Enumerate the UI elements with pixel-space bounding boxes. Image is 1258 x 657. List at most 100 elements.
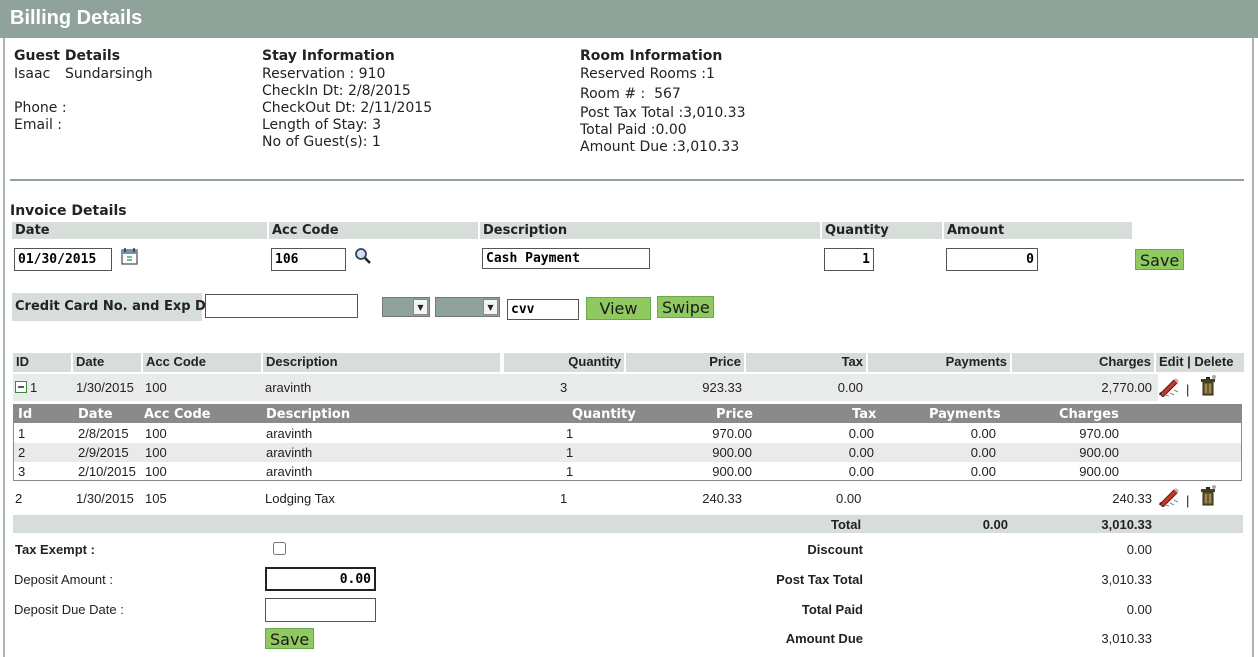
invoice-save-button[interactable]: Save (1135, 249, 1184, 270)
chevron-down-icon: ▼ (483, 299, 498, 315)
edit-icon[interactable] (1157, 485, 1181, 511)
sub-row2-qty: 1 (566, 445, 574, 460)
stay-checkin: CheckIn Dt: 2/8/2015 (262, 83, 411, 99)
sub-table: Id Date Acc Code Description Quantity Pr… (13, 404, 1242, 481)
sub-table-row: 3 2/10/2015 100 aravinth 1 900.00 0.00 0… (14, 462, 1241, 481)
chevron-down-icon: ▼ (413, 299, 428, 315)
total-label: Total (831, 517, 862, 532)
amount-due-label: Amount Due (785, 631, 863, 646)
sub-header-tax: Tax (852, 407, 877, 422)
table-header-id: ID (13, 353, 71, 372)
sub-row3-qty: 1 (566, 464, 574, 479)
delete-icon[interactable] (1198, 374, 1218, 400)
view-button[interactable]: View (586, 297, 651, 320)
exp-month-select[interactable]: ▼ (382, 297, 430, 317)
post-tax-label: Post Tax Total (776, 572, 863, 587)
search-icon[interactable] (354, 247, 372, 269)
sub-row1-price: 970.00 (712, 426, 752, 441)
total-paid-label: Total Paid (801, 602, 863, 617)
swipe-button[interactable]: Swipe (657, 296, 714, 318)
sub-row3-desc: aravinth (266, 464, 313, 479)
stay-length: Length of Stay: 3 (262, 117, 381, 133)
deposit-save-button[interactable]: Save (265, 628, 314, 649)
table-header-edit-delete: Edit | Delete (1156, 353, 1244, 372)
table-header-payments: Payments (868, 353, 1010, 372)
calendar-icon[interactable] (120, 246, 140, 270)
sub-row1-desc: aravinth (266, 426, 313, 441)
row1-desc: aravinth (265, 380, 312, 395)
deposit-amount-input[interactable] (265, 567, 376, 591)
edit-icon[interactable] (1157, 375, 1181, 401)
guest-last-name: Sundarsingh (65, 66, 153, 82)
row2-id: 2 (15, 491, 23, 506)
sub-row2-desc: aravinth (266, 445, 313, 460)
sub-row1-date: 2/8/2015 (78, 426, 129, 441)
sub-header-price: Price (716, 407, 753, 422)
quantity-input[interactable] (824, 248, 874, 271)
invoice-col-amount: Amount (944, 222, 1132, 239)
amount-due-value: 3,010.33 (1101, 631, 1152, 646)
credit-card-label: Credit Card No. and Exp Dt (12, 293, 212, 321)
discount-label: Discount (807, 542, 863, 557)
sub-row3-id: 3 (18, 464, 26, 479)
delete-icon[interactable] (1198, 484, 1218, 510)
sub-row1-acc: 100 (145, 426, 167, 441)
sub-row2-date: 2/9/2015 (78, 445, 129, 460)
sub-row2-charges: 900.00 (1079, 445, 1119, 460)
total-charges: 3,010.33 (1101, 517, 1152, 532)
row1-tax: 0.00 (837, 380, 863, 395)
deposit-due-input[interactable] (265, 598, 376, 622)
credit-card-input[interactable] (205, 294, 358, 318)
exp-year-select[interactable]: ▼ (435, 297, 500, 317)
table-header-desc: Description (263, 353, 500, 372)
row2-qty: 1 (560, 491, 568, 506)
table-header-price: Price (626, 353, 744, 372)
invoice-heading: Invoice Details (10, 203, 127, 219)
room-total-paid: Total Paid :0.00 (580, 122, 687, 138)
table-header-qty: Quantity (504, 353, 624, 372)
frame-left-border (3, 38, 5, 657)
sub-row1-id: 1 (18, 426, 26, 441)
frame-right-border (1252, 38, 1254, 657)
row2-date: 1/30/2015 (76, 491, 134, 506)
room-number: Room # : 567 (580, 86, 681, 102)
acc-code-input[interactable] (271, 248, 346, 271)
sub-header-date: Date (78, 407, 113, 422)
stay-guests: No of Guest(s): 1 (262, 134, 381, 150)
sub-row3-date: 2/10/2015 (78, 464, 136, 479)
sub-row2-tax: 0.00 (848, 445, 874, 460)
table-header-date: Date (73, 353, 141, 372)
collapse-icon[interactable] (15, 381, 27, 397)
table-header-charges: Charges (1012, 353, 1154, 372)
row2-charges: 240.33 (1112, 491, 1152, 506)
sub-header-id: Id (18, 407, 33, 422)
stay-info-heading: Stay Information (262, 48, 395, 64)
table-header-acc: Acc Code (143, 353, 261, 372)
room-info-heading: Room Information (580, 48, 723, 64)
sub-header-charges: Charges (1059, 407, 1119, 422)
sub-row3-charges: 900.00 (1079, 464, 1119, 479)
sub-row2-acc: 100 (145, 445, 167, 460)
table-header-tax: Tax (746, 353, 866, 372)
row2-acc: 105 (145, 491, 167, 506)
sub-table-header: Id Date Acc Code Description Quantity Pr… (14, 405, 1241, 423)
invoice-date-input[interactable] (14, 248, 112, 271)
sub-row1-qty: 1 (566, 426, 574, 441)
deposit-due-label: Deposit Due Date : (14, 602, 124, 617)
sub-row3-payments: 0.00 (970, 464, 996, 479)
sub-header-qty: Quantity (572, 407, 636, 422)
sub-row3-price: 900.00 (712, 464, 752, 479)
total-payments: 0.00 (982, 517, 1008, 532)
amount-input[interactable] (946, 248, 1038, 271)
stay-reservation: Reservation : 910 (262, 66, 386, 82)
sub-row3-acc: 100 (145, 464, 167, 479)
row2-tax: 0.00 (836, 491, 862, 506)
row1-edit-sep: | (1186, 382, 1190, 397)
cvv-input[interactable] (507, 299, 579, 320)
page-title: Billing Details (0, 0, 1258, 38)
description-input[interactable] (482, 248, 650, 269)
sub-table-row: 2 2/9/2015 100 aravinth 1 900.00 0.00 0.… (14, 443, 1241, 462)
tax-exempt-checkbox[interactable] (273, 542, 286, 555)
guest-first-name: Isaac (14, 66, 51, 82)
tax-exempt-label: Tax Exempt : (15, 542, 95, 557)
